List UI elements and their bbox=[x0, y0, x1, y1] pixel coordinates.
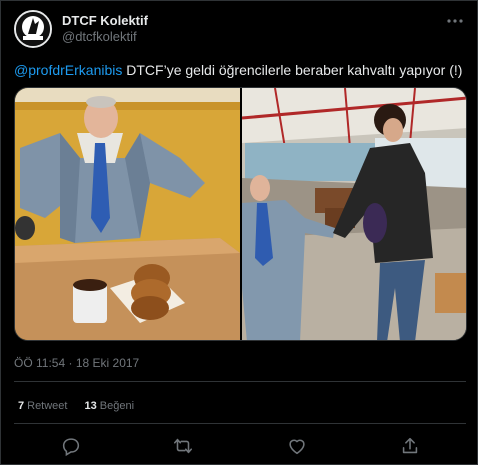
tweet-body: DTCF’ye geldi öğrencilerle beraber kahva… bbox=[122, 62, 463, 78]
mention-link[interactable]: @profdrErkanibis bbox=[14, 62, 122, 78]
author-handle[interactable]: @dtcfkolektif bbox=[62, 29, 137, 44]
like-icon[interactable] bbox=[286, 435, 308, 457]
more-options-icon[interactable] bbox=[444, 12, 466, 30]
dtcf-logo-icon bbox=[16, 12, 50, 46]
reply-icon[interactable] bbox=[60, 435, 82, 457]
share-icon[interactable] bbox=[399, 435, 421, 457]
tweet-stats: 7 Retweet 13 Beğeni bbox=[18, 400, 148, 412]
tweet-text: @profdrErkanibis DTCF’ye geldi öğrencile… bbox=[14, 61, 466, 79]
meta-separator: · bbox=[68, 356, 73, 370]
action-bar bbox=[1, 432, 478, 460]
like-stat[interactable]: 13 Beğeni bbox=[85, 400, 135, 412]
retweet-label: Retweet bbox=[27, 400, 68, 412]
tweet-header: DTCF Kolektif @dtcfkolektif bbox=[14, 10, 466, 50]
tweet-date: 18 Eki 2017 bbox=[75, 356, 140, 370]
retweet-icon[interactable] bbox=[172, 435, 194, 457]
tweet-card: DTCF Kolektif @dtcfkolektif @profdrErkan… bbox=[0, 0, 478, 465]
tweet-timestamp[interactable]: ÖÖ 11:54 · 18 Eki 2017 bbox=[14, 356, 139, 370]
cutout-handshake-photo[interactable] bbox=[241, 88, 467, 341]
like-count: 13 bbox=[84, 400, 97, 412]
retweet-stat[interactable]: 7 Retweet bbox=[18, 400, 67, 412]
like-label: Beğeni bbox=[99, 400, 135, 412]
author-name[interactable]: DTCF Kolektif bbox=[62, 13, 148, 28]
tweet-media[interactable] bbox=[14, 87, 467, 341]
divider-bottom bbox=[14, 423, 466, 424]
retweet-count: 7 bbox=[18, 400, 25, 412]
author-avatar[interactable] bbox=[14, 10, 52, 48]
divider-top bbox=[14, 381, 466, 382]
cutout-breakfast-photo[interactable] bbox=[15, 88, 240, 341]
tweet-time: ÖÖ 11:54 bbox=[14, 356, 66, 370]
